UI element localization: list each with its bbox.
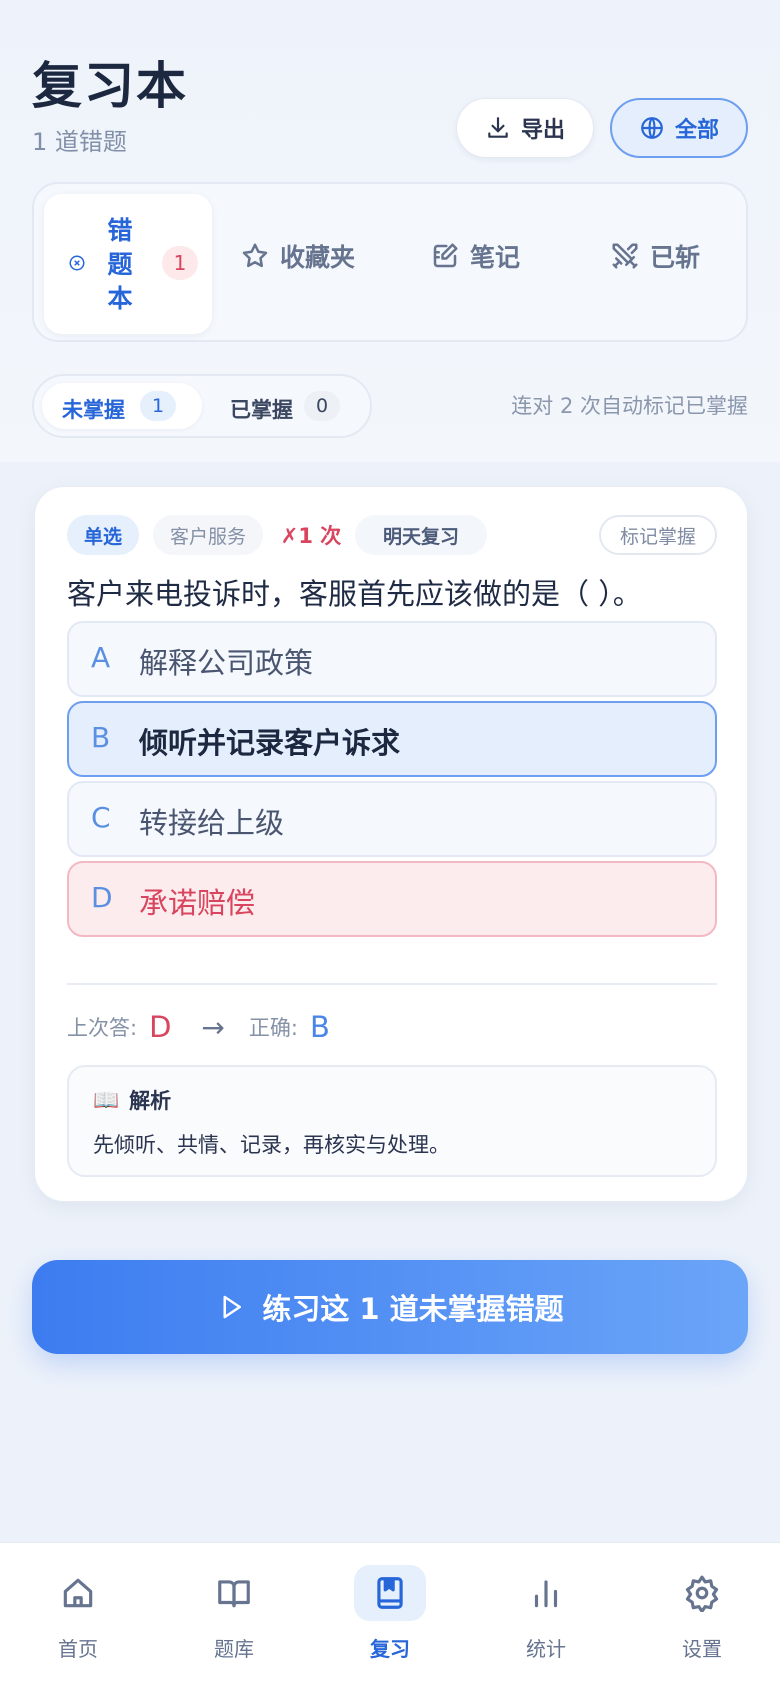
circle-x-icon <box>69 255 85 271</box>
nav-settings-label: 设置 <box>682 1637 722 1661</box>
answer-comparison: 上次答: D → 正确: B <box>67 1007 330 1047</box>
question-card: 单选 客户服务 ✗1 次 明天复习 标记掌握 客户来电投诉时，客服首先应该做的是… <box>34 486 748 1202</box>
auto-master-hint: 连对 2 次自动标记已掌握 <box>511 394 748 418</box>
explanation-title: 📖 解析 <box>93 1085 171 1115</box>
practice-button[interactable]: 练习这 1 道未掌握错题 <box>32 1260 748 1354</box>
tab-notes[interactable]: 笔记 <box>430 236 520 276</box>
nav-home[interactable]: 首页 <box>28 1565 128 1675</box>
review-schedule-badge: 明天复习 <box>355 515 487 555</box>
tab-label-char: 题 <box>107 250 133 279</box>
tab-slain[interactable]: 已斩 <box>610 236 700 276</box>
option-letter: A <box>91 641 111 674</box>
scope-label: 全部 <box>674 118 719 143</box>
last-answer-label: 上次答: <box>67 1016 138 1040</box>
option-text: 倾听并记录客户诉求 <box>139 726 401 760</box>
option-a[interactable]: A 解释公司政策 <box>67 621 717 697</box>
nav-stats-label: 统计 <box>526 1637 566 1661</box>
book-open-icon <box>218 1580 250 1608</box>
star-icon <box>242 243 268 268</box>
export-label: 导出 <box>520 118 565 143</box>
nav-review[interactable]: 复习 <box>340 1565 440 1675</box>
last-answer-value: D <box>149 1010 172 1044</box>
tab-favorites-label: 收藏夹 <box>280 243 356 272</box>
question-type-badge: 单选 <box>67 515 139 555</box>
nav-stats[interactable]: 统计 <box>496 1565 596 1675</box>
tab-label-char: 错 <box>107 216 133 245</box>
tab-notes-label: 笔记 <box>470 243 521 272</box>
bookmark-book-icon <box>377 1577 403 1609</box>
filter-mastered-count: 0 <box>304 391 340 421</box>
tab-slain-label: 已斩 <box>650 243 701 272</box>
filter-mastered-label[interactable]: 已掌握 <box>230 394 293 424</box>
option-letter: B <box>91 721 111 754</box>
explanation-box: 📖 解析 先倾听、共情、记录，再核实与处理。 <box>67 1065 717 1177</box>
bar-chart-icon <box>534 1580 558 1608</box>
arrow-icon: → <box>201 1010 225 1044</box>
export-button[interactable]: 导出 <box>456 98 594 158</box>
tab-wrong-book[interactable]: 错 题 本 1 <box>44 194 212 334</box>
option-d[interactable]: D 承诺赔偿 <box>67 861 717 937</box>
wrong-count-badge: ✗1 次 <box>280 524 342 548</box>
book-icon: 📖 <box>93 1087 120 1112</box>
nav-question-bank[interactable]: 题库 <box>184 1565 284 1675</box>
page-title: 复习本 <box>32 57 188 115</box>
tab-wrong-book-count: 1 <box>162 246 198 280</box>
mastery-filter: 未掌握 1 已掌握 0 <box>32 374 372 438</box>
swords-icon <box>612 243 638 269</box>
practice-button-label: 练习这 1 道未掌握错题 <box>262 1292 564 1326</box>
option-letter: D <box>91 881 113 914</box>
play-icon <box>223 1295 242 1319</box>
nav-home-label: 首页 <box>58 1637 98 1661</box>
home-icon <box>63 1578 93 1608</box>
scope-button[interactable]: 全部 <box>610 98 748 158</box>
explanation-text: 先倾听、共情、记录，再核实与处理。 <box>93 1133 450 1157</box>
tab-wrong-book-label: 错 题 本 <box>104 214 136 316</box>
option-b[interactable]: B 倾听并记录客户诉求 <box>67 701 717 777</box>
correct-answer-label: 正确: <box>248 1016 298 1040</box>
category-tabs: 错 题 本 1 收藏夹 笔记 已斩 <box>32 182 748 342</box>
nav-question-bank-label: 题库 <box>214 1637 254 1661</box>
tab-label-char: 本 <box>107 284 133 313</box>
bottom-nav: 首页 题库 复习 统计 设置 <box>0 1542 780 1688</box>
option-text: 转接给上级 <box>139 806 285 840</box>
mark-mastered-button[interactable]: 标记掌握 <box>599 515 717 555</box>
globe-icon <box>641 117 663 139</box>
question-text: 客户来电投诉时，客服首先应该做的是（ ）。 <box>67 577 642 611</box>
correct-answer-value: B <box>309 1010 330 1044</box>
option-c[interactable]: C 转接给上级 <box>67 781 717 857</box>
tab-favorites[interactable]: 收藏夹 <box>240 236 355 276</box>
download-icon <box>488 117 508 138</box>
note-edit-icon <box>433 243 458 268</box>
filter-unmastered-label: 未掌握 <box>62 398 125 422</box>
explanation-title-text: 解析 <box>129 1089 172 1113</box>
gear-icon <box>685 1575 719 1612</box>
option-text: 承诺赔偿 <box>139 886 256 920</box>
question-category-badge: 客户服务 <box>153 515 263 555</box>
nav-settings[interactable]: 设置 <box>652 1565 752 1675</box>
divider <box>67 983 717 985</box>
filter-unmastered-count: 1 <box>140 391 176 421</box>
nav-review-label: 复习 <box>370 1637 410 1661</box>
option-letter: C <box>91 801 111 834</box>
page-subtitle: 1 道错题 <box>32 128 127 156</box>
option-text: 解释公司政策 <box>139 646 314 680</box>
